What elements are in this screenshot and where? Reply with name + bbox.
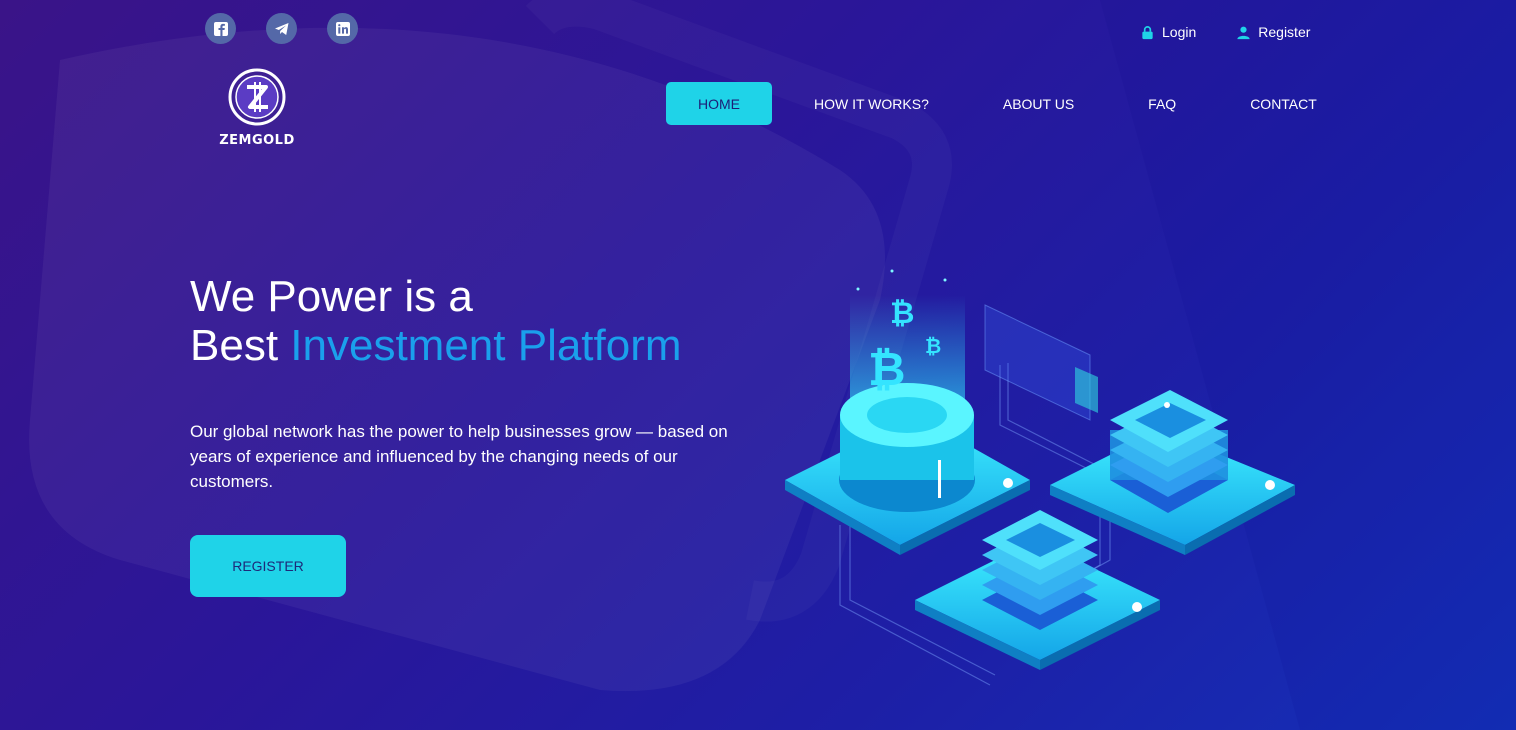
lock-icon [1142,25,1153,39]
svg-text:₿: ₿ [925,334,941,358]
login-link[interactable]: Login [1140,24,1196,40]
facebook-icon[interactable] [205,13,236,44]
crypto-server-illustration: ₿ ₿ ₿ [785,269,1295,686]
nav-home[interactable]: HOME [666,82,772,125]
logo-text: ZEMGOLD [219,133,295,148]
register-button[interactable]: REGISTER [190,535,346,597]
nav-contact[interactable]: CONTACT [1250,82,1317,125]
register-label: Register [1258,24,1311,40]
site-logo[interactable]: ZEMGOLD [207,68,307,148]
hero-title-line2: Best [190,321,291,370]
svg-text:₿: ₿ [890,296,914,331]
logo-mark-icon [228,68,286,126]
main-nav: HOME HOW IT WORKS? ABOUT US FAQ CONTACT [666,82,1317,125]
linkedin-icon[interactable] [327,13,358,44]
telegram-icon[interactable] [266,13,297,44]
nav-faq[interactable]: FAQ [1148,82,1176,125]
svg-text:₿: ₿ [868,342,906,396]
hero-title-line1: We Power is a [190,272,473,321]
nav-about-us[interactable]: ABOUT US [1003,82,1074,125]
hero-title: We Power is a Best Investment Platform [190,272,682,370]
social-links [205,13,358,44]
login-label: Login [1162,24,1197,40]
user-icon [1237,26,1250,39]
hero-title-accent: Investment Platform [290,321,682,370]
auth-links: Login Register [1140,24,1310,40]
hero-description: Our global network has the power to help… [190,422,728,491]
nav-how-it-works[interactable]: HOW IT WORKS? [814,82,929,125]
register-link[interactable]: Register [1236,24,1310,40]
